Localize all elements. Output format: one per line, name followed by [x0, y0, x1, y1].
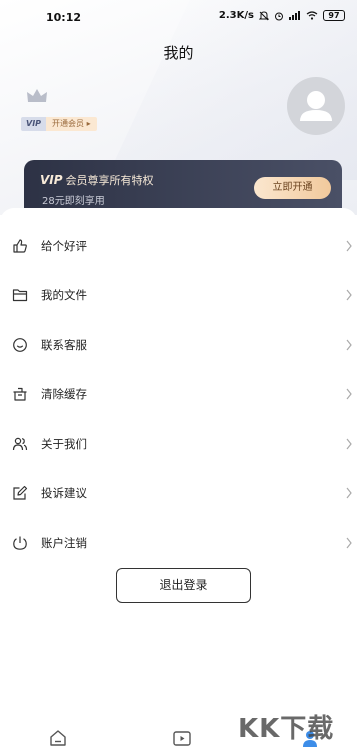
watermark: KK下载: [238, 714, 335, 744]
chevron-right-icon: [346, 537, 352, 549]
menu-item-clear-cache[interactable]: 清除缓存: [0, 374, 357, 414]
thumbs-up-icon: [13, 239, 27, 253]
logout-button[interactable]: 退出登录: [116, 568, 251, 603]
menu-list: 给个好评 我的文件 联系客服 清除缓存 关于我们 投诉建议 账户注销: [0, 208, 357, 720]
status-bar: 10:12 2.3K/s 97: [0, 0, 357, 34]
battery-indicator: 97: [323, 10, 345, 21]
status-time: 10:12: [46, 11, 82, 24]
home-icon[interactable]: [48, 728, 68, 748]
customer-service-icon: [13, 338, 27, 352]
menu-item-label: 关于我们: [41, 437, 87, 451]
vip-banner-title: VIP 会员尊享所有特权: [40, 172, 154, 188]
crown-icon: [27, 89, 47, 102]
chevron-right-icon: [346, 339, 352, 351]
chevron-right-icon: [346, 240, 352, 252]
chevron-right-icon: [346, 438, 352, 450]
status-indicators: 2.3K/s 97: [219, 10, 345, 21]
chevron-right-icon: [346, 289, 352, 301]
menu-item-label: 投诉建议: [41, 486, 87, 500]
menu-item-feedback[interactable]: 投诉建议: [0, 473, 357, 513]
vip-label: VIP: [21, 117, 47, 131]
user-icon: [300, 91, 332, 121]
mute-icon: [259, 10, 269, 20]
open-membership-label: 开通会员 ▸: [46, 117, 97, 131]
menu-item-label: 联系客服: [41, 338, 87, 352]
vip-brand: VIP: [40, 173, 63, 187]
chevron-right-icon: [346, 388, 352, 400]
vip-banner-title-text: 会员尊享所有特权: [65, 174, 154, 187]
wifi-icon: [306, 11, 318, 20]
open-membership-tag[interactable]: VIP 开通会员 ▸: [21, 117, 97, 131]
menu-item-rate[interactable]: 给个好评: [0, 226, 357, 266]
menu-item-delete-account[interactable]: 账户注销: [0, 523, 357, 563]
menu-item-my-files[interactable]: 我的文件: [0, 275, 357, 315]
vip-banner-subtitle: 28元即刻享用: [42, 196, 105, 207]
edit-icon: [13, 485, 28, 500]
clear-cache-icon: [13, 387, 27, 401]
open-now-button[interactable]: 立即开通: [254, 177, 331, 199]
power-icon: [13, 536, 27, 550]
menu-item-customer-service[interactable]: 联系客服: [0, 325, 357, 365]
menu-item-about-us[interactable]: 关于我们: [0, 424, 357, 464]
avatar[interactable]: [287, 77, 345, 135]
menu-item-label: 我的文件: [41, 288, 87, 302]
folder-icon: [12, 289, 28, 302]
menu-item-label: 账户注销: [41, 536, 87, 550]
chevron-right-icon: [346, 487, 352, 499]
signal-icon: [289, 11, 300, 20]
net-speed: 2.3K/s: [218, 10, 254, 21]
menu-item-label: 给个好评: [41, 239, 87, 253]
page-title: 我的: [163, 44, 194, 62]
people-icon: [12, 437, 28, 451]
alarm-icon: [275, 12, 283, 20]
video-icon[interactable]: [172, 728, 192, 748]
menu-item-label: 清除缓存: [41, 387, 87, 401]
